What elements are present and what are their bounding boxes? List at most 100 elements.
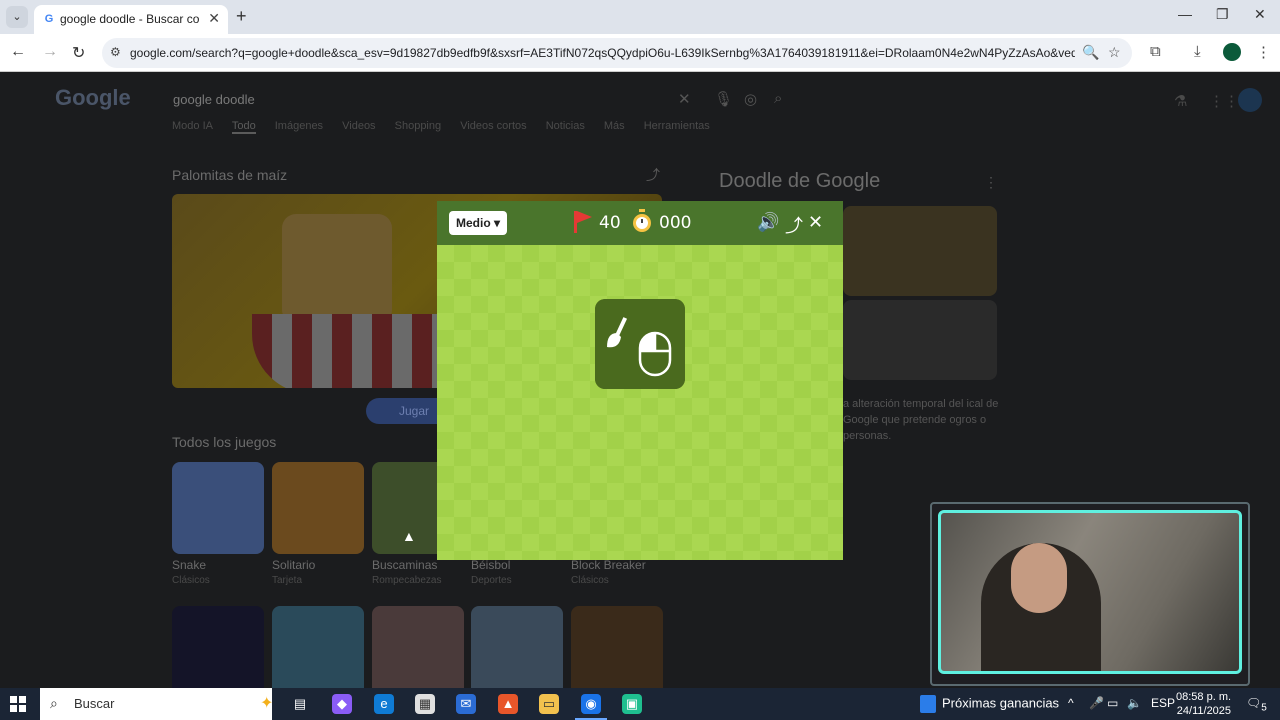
sound-icon[interactable]: 🔊 [757, 212, 779, 233]
game-share-icon[interactable]: ⤴ [785, 212, 803, 238]
tab-videos-cortos[interactable]: Videos cortos [460, 120, 526, 132]
url-text[interactable]: google.com/search?q=google+doodle&sca_es… [130, 46, 1075, 60]
lens-icon[interactable]: ◎ [744, 90, 757, 108]
difficulty-dropdown[interactable]: Medio ▾ [449, 211, 508, 235]
search-icon[interactable]: ⌕ [774, 90, 782, 107]
browser-toolbar: ← → ↻ ⚙ google.com/search?q=google+doodl… [0, 34, 1280, 72]
voice-search-icon[interactable]: 🎙 [714, 90, 733, 108]
game-thumbnail [372, 606, 464, 688]
game-card-solitario[interactable]: Solitario Tarjeta [272, 462, 364, 586]
taskbar-search-placeholder: Buscar [74, 696, 115, 711]
more-options-icon[interactable]: ⋮ [984, 174, 998, 191]
game-card-snake[interactable]: Snake Clásicos [172, 462, 264, 586]
game-name: Solitario [272, 558, 316, 572]
game-card-row2-3[interactable] [372, 606, 464, 688]
microphone-icon[interactable]: 🎤 [1089, 696, 1104, 710]
game-name: Block Breaker [571, 558, 646, 572]
search-box[interactable]: google doodle ✕ 🎙 ◎ ⌕ [160, 80, 800, 120]
language-indicator[interactable]: ESP [1151, 696, 1175, 710]
tray-chevron-icon[interactable]: ^ [1068, 696, 1074, 710]
taskbar-search[interactable]: ⌕ Buscar ✦ [40, 688, 274, 720]
doodle-image-2[interactable] [843, 300, 997, 380]
earnings-label: Próximas ganancias [942, 695, 1060, 711]
copilot-icon[interactable]: ◆ [332, 694, 352, 714]
game-thumbnail [571, 606, 663, 688]
tab-todo[interactable]: Todo [231, 120, 256, 134]
tab-videos[interactable]: Videos [342, 120, 375, 132]
address-bar[interactable]: ⚙ google.com/search?q=google+doodle&sca_… [102, 38, 1132, 68]
game-category: Clásicos [571, 575, 609, 586]
labs-icon[interactable]: ⚗ [1174, 92, 1187, 110]
zoom-icon[interactable]: 🔍 [1082, 44, 1099, 61]
mouse-cursor-icon: ▲ [402, 528, 416, 544]
share-icon[interactable]: ⤴ [646, 165, 660, 185]
file-explorer-icon[interactable]: ▭ [539, 694, 559, 714]
restore-icon[interactable]: ❐ [1216, 6, 1229, 23]
notifications-icon[interactable]: 🗨5 [1246, 696, 1267, 713]
tab-herramientas[interactable]: Herramientas [644, 120, 710, 132]
store-icon[interactable]: ▦ [415, 694, 435, 714]
extensions-icon[interactable]: ⧉ [1150, 43, 1161, 60]
tab-shopping[interactable]: Shopping [395, 120, 442, 132]
game-card-row2-5[interactable] [571, 606, 663, 688]
game-header-bar: Medio ▾ 40 000 🔊 ⤴ ✕ [437, 201, 843, 245]
system-clock[interactable]: 08:58 p. m. 24/11/2025 [1176, 690, 1231, 718]
mail-icon[interactable]: ✉ [456, 694, 476, 714]
minesweeper-game: Medio ▾ 40 000 🔊 ⤴ ✕ [437, 201, 843, 560]
search-tabs: Modo IA Todo Imágenes Videos Shopping Vi… [172, 120, 726, 134]
clock-time: 08:58 p. m. [1176, 691, 1232, 703]
search-query[interactable]: google doodle [173, 92, 255, 107]
earnings-widget[interactable]: Próximas ganancias [920, 695, 1059, 713]
webcam-overlay [930, 502, 1250, 686]
app-icon[interactable]: ▣ [622, 694, 642, 714]
google-logo[interactable]: Google [55, 85, 131, 111]
dig-hint-icon [595, 299, 685, 389]
minimize-icon[interactable]: — [1178, 6, 1192, 22]
edge-icon[interactable]: e [374, 694, 394, 714]
browser-menu-icon[interactable]: ⋮ [1256, 43, 1271, 61]
copilot-sparkle-icon: ✦ [260, 695, 274, 712]
network-icon[interactable]: ▭ [1107, 696, 1118, 710]
chrome-icon[interactable]: ◉ [575, 694, 607, 720]
game-name: Snake [172, 558, 207, 572]
game-thumbnail [471, 606, 563, 688]
difficulty-label: Medio [456, 216, 491, 230]
forward-icon[interactable]: → [42, 43, 58, 61]
bookmark-star-icon[interactable]: ☆ [1108, 44, 1121, 61]
doodle-image-1[interactable] [843, 206, 997, 296]
stopwatch-icon [633, 209, 651, 232]
game-thumbnail [272, 606, 364, 688]
new-tab-icon[interactable]: + [236, 6, 247, 27]
tab-close-icon[interactable]: ✕ [208, 10, 220, 27]
window-close-icon[interactable]: ✕ [1254, 6, 1266, 23]
games-heading: Todos los juegos [172, 434, 277, 450]
game-thumbnail [172, 462, 264, 554]
profile-avatar[interactable] [1223, 43, 1241, 61]
tab-modo-ia[interactable]: Modo IA [172, 120, 213, 132]
game-category: Tarjeta [272, 575, 303, 586]
windows-taskbar: ⌕ Buscar ✦ ▤ ◆ e ▦ ✉ ▲ ▭ ◉ ▣ Próximas ga… [0, 688, 1280, 720]
clear-search-icon[interactable]: ✕ [678, 90, 691, 108]
volume-icon[interactable]: 🔈 [1127, 696, 1142, 710]
game-close-icon[interactable]: ✕ [808, 212, 823, 233]
game-card-pacman[interactable] [172, 606, 264, 688]
reload-icon[interactable]: ↻ [72, 43, 85, 63]
game-card-row2-2[interactable] [272, 606, 364, 688]
back-icon[interactable]: ← [10, 43, 26, 61]
site-info-icon[interactable]: ⚙ [110, 45, 121, 59]
minesweeper-board[interactable] [437, 245, 843, 560]
tab-search-button[interactable]: ⌄ [6, 6, 28, 28]
tab-imagenes[interactable]: Imágenes [275, 120, 323, 132]
task-view-icon[interactable]: ▤ [290, 694, 310, 714]
tab-noticias[interactable]: Noticias [546, 120, 585, 132]
game-thumbnail [272, 462, 364, 554]
apps-grid-icon[interactable]: ⋮⋮ [1209, 92, 1239, 110]
browser-tab[interactable]: G google doodle - Buscar con Go ✕ [34, 5, 228, 34]
brave-icon[interactable]: ▲ [498, 694, 518, 714]
game-card-row2-4[interactable] [471, 606, 563, 688]
game-name: Béisbol [471, 558, 511, 572]
google-account-avatar[interactable] [1238, 88, 1262, 112]
windows-start-icon[interactable] [10, 696, 26, 712]
tab-mas[interactable]: Más [604, 120, 625, 132]
downloads-icon[interactable]: ⤓ [1194, 43, 1201, 60]
